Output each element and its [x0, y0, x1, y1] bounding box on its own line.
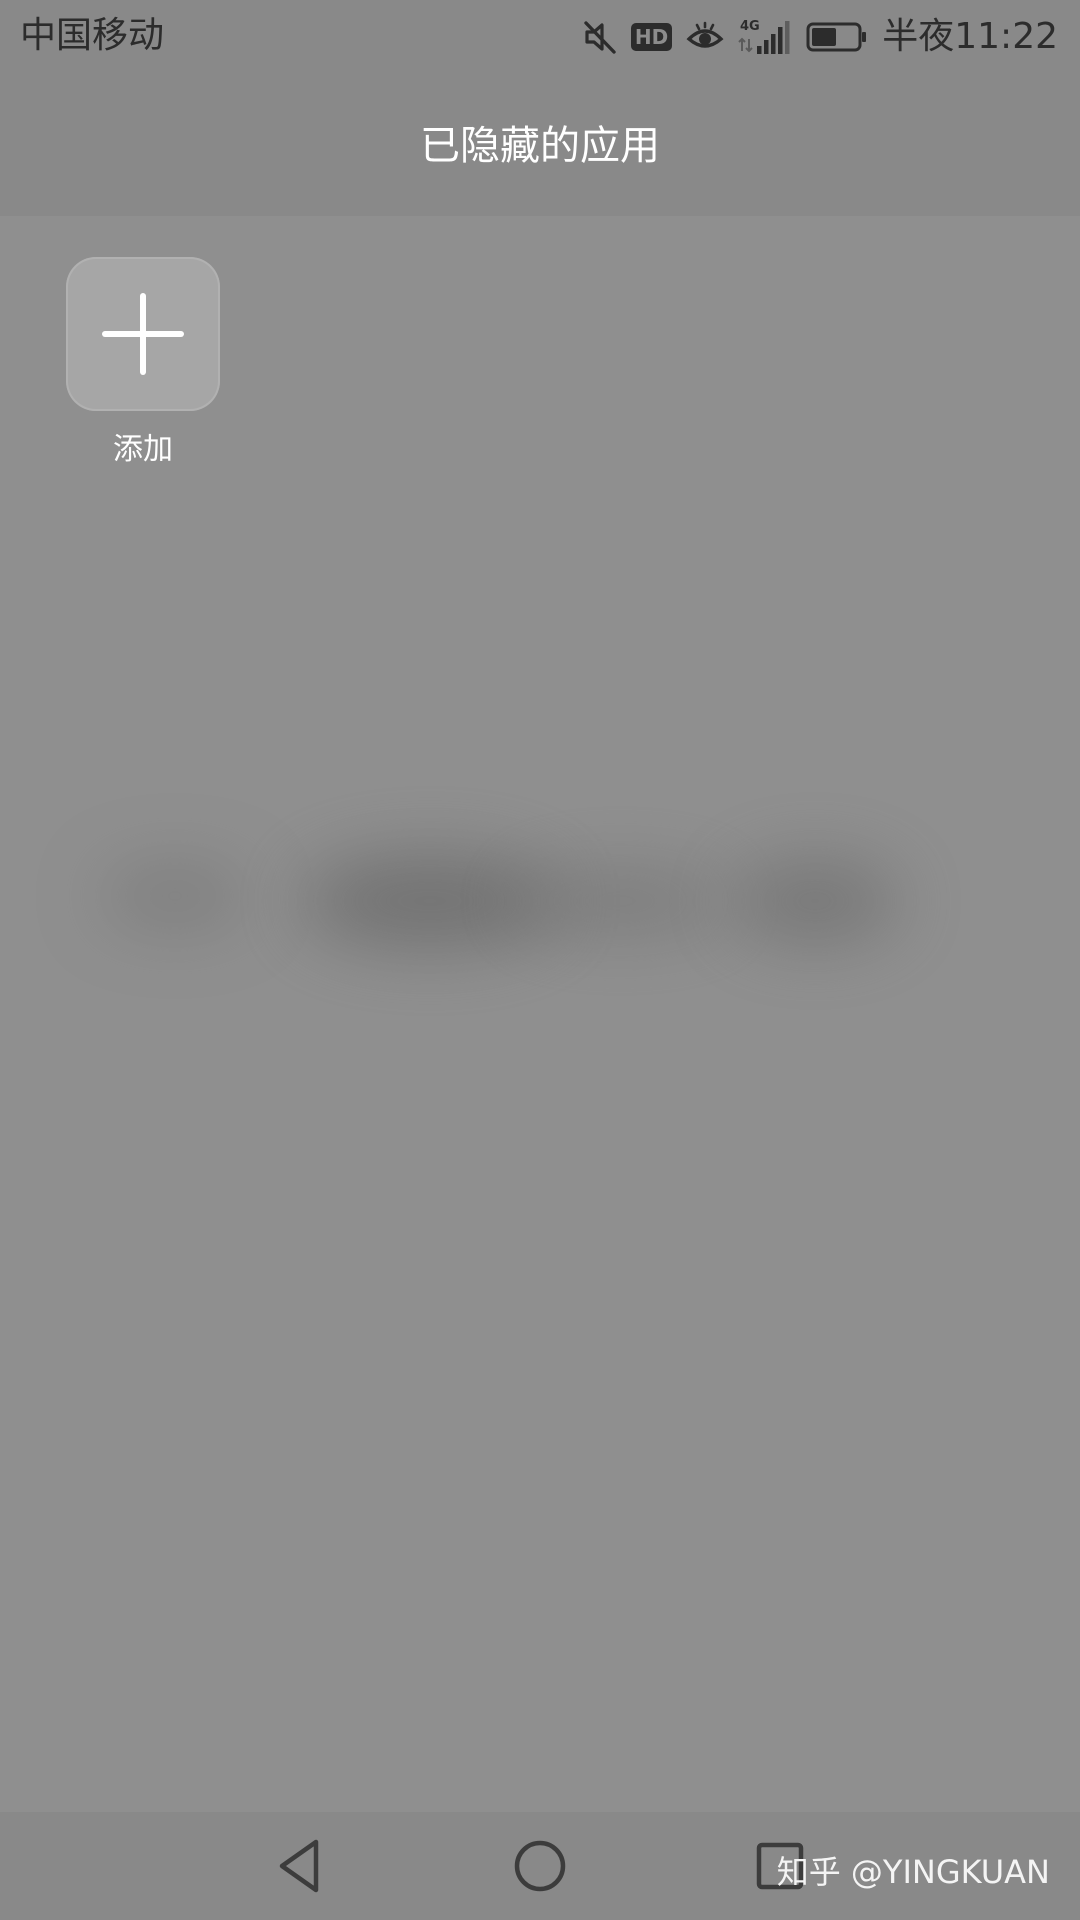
title-bar: 已隐藏的应用 — [0, 74, 1080, 216]
page-title: 已隐藏的应用 — [420, 123, 660, 169]
back-button[interactable] — [245, 1812, 355, 1920]
network-type-label: 4G — [740, 19, 760, 34]
eye-icon — [686, 21, 724, 53]
carrier-name: 中国移动 — [20, 15, 165, 56]
hd-badge: HD — [630, 23, 673, 51]
clock: 半夜11:22 — [882, 16, 1058, 57]
add-app-label: 添加 — [113, 432, 173, 467]
signal-4g-icon: 4G — [738, 17, 792, 57]
home-button[interactable] — [485, 1812, 595, 1920]
hidden-apps-screen: 中国移动 HD 4G 半夜11:22 已隐藏的应用 添加 知乎 @YINGKUA… — [0, 0, 1080, 1920]
blurred-background-smudge — [90, 796, 970, 976]
status-bar: 中国移动 HD 4G 半夜11:22 — [0, 0, 1080, 74]
home-icon — [514, 1840, 566, 1892]
status-icons: HD 4G 半夜11:22 — [583, 10, 1058, 64]
back-icon — [279, 1839, 319, 1893]
hidden-apps-grid: 添加 — [0, 216, 1080, 1812]
add-app-button[interactable] — [66, 257, 220, 411]
hd-icon: HD — [630, 23, 673, 51]
mute-icon — [583, 19, 617, 55]
battery-icon — [806, 21, 868, 53]
watermark: 知乎 @YINGKUAN — [776, 1853, 1050, 1891]
plus-icon — [102, 293, 184, 375]
